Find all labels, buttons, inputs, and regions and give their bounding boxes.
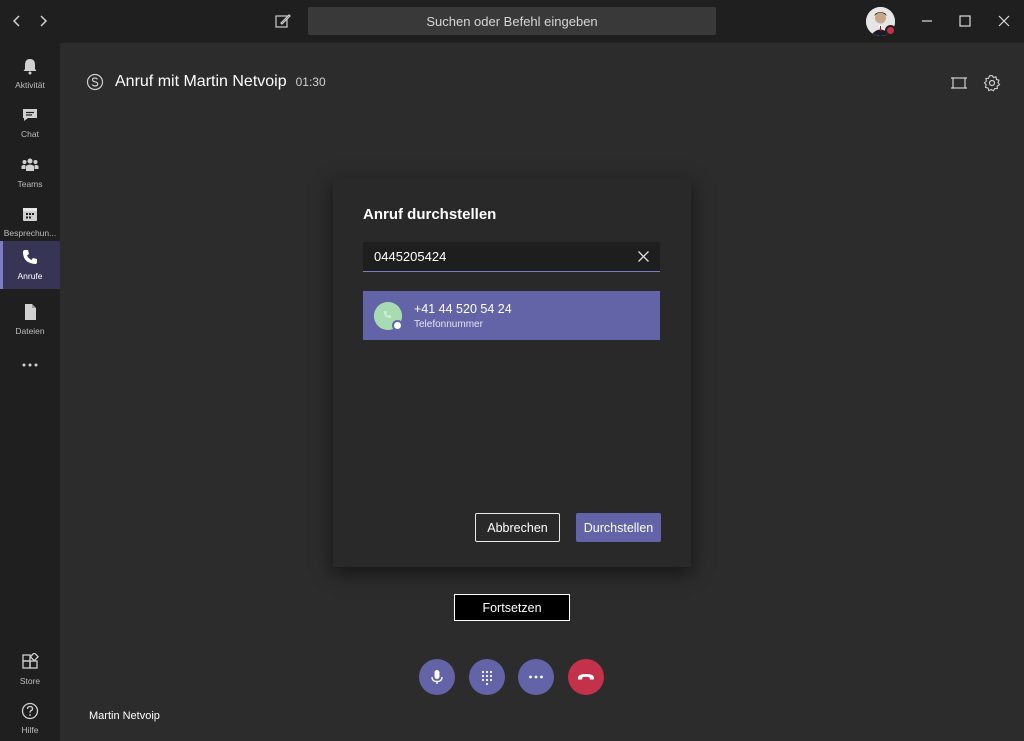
rail-item-help[interactable]: Hilfe [0,695,60,741]
bell-icon [23,59,37,75]
hang-up-icon [578,674,594,680]
skype-icon [86,73,104,91]
rail-label: Store [19,676,41,686]
maximize-icon[interactable] [956,12,974,30]
new-chat-icon[interactable] [274,12,292,30]
rail-label: Anrufe [17,271,43,281]
cancel-button[interactable]: Abbrechen [475,513,560,542]
call-timer: 01:30 [295,75,326,89]
teams-icon [21,158,39,171]
call-title: Anruf mit Martin Netvoip [115,73,287,90]
rail-label: Teams [17,179,43,189]
phone-number-input[interactable] [363,242,623,271]
more-icon [529,675,543,679]
contact-avatar-icon [374,301,403,331]
close-icon[interactable] [995,12,1013,30]
forward-arrow-icon[interactable] [35,12,51,30]
search-input[interactable]: Suchen oder Befehl eingeben [308,7,716,35]
rail-item-more[interactable] [0,349,60,397]
help-icon [21,702,39,720]
rail-item-files[interactable]: Dateien [0,296,60,344]
minimize-icon[interactable] [918,12,936,30]
back-arrow-icon[interactable] [9,12,25,30]
rail-item-activity[interactable]: Aktivität [0,50,60,98]
rail-label: Hilfe [21,725,39,735]
phone-icon [23,250,37,264]
participant-name: Martin Netvoip [89,710,160,722]
resume-button[interactable]: Fortsetzen [454,594,570,621]
rail-item-meetings[interactable]: Besprechun... [0,198,60,246]
dialog-title: Anruf durchstellen [363,206,497,223]
rail-label: Dateien [15,326,45,336]
microphone-icon [431,670,443,684]
title-bar: Suchen oder Befehl eingeben [0,0,1024,43]
rail-label: Besprechun... [3,228,57,238]
suggestion-number: +41 44 520 54 24 [414,301,512,316]
transfer-button[interactable]: Durchstellen [576,513,661,542]
store-icon [22,653,39,669]
clear-input-icon[interactable] [637,250,650,263]
file-icon [25,304,36,320]
status-badge [885,25,896,36]
call-header: Anruf mit Martin Netvoip 01:30 [86,70,326,94]
presence-dot [392,319,403,331]
settings-gear-icon[interactable] [983,74,1001,92]
calendar-icon [23,208,37,221]
dialpad-button[interactable] [469,659,505,695]
rail-item-store[interactable]: Store [0,646,60,694]
rail-label: Chat [21,129,39,139]
suggestion-type: Telefonnummer [414,318,483,330]
mic-button[interactable] [419,659,455,695]
hang-up-button[interactable] [568,659,604,695]
chat-icon [23,109,37,121]
more-options-button[interactable] [518,659,554,695]
search-placeholder: Suchen oder Befehl eingeben [426,13,598,29]
suggestion-item[interactable]: +41 44 520 54 24 Telefonnummer [363,291,660,340]
phone-number-field[interactable] [363,242,660,272]
left-rail: Aktivität Chat Teams Besprechun... Anruf… [0,43,60,741]
transfer-dialog: Anruf durchstellen +41 44 520 54 24 Tele… [333,178,691,567]
fullscreen-icon[interactable] [950,74,968,92]
rail-item-calls[interactable]: Anrufe [0,241,60,289]
dialpad-icon [481,670,493,686]
rail-item-chat[interactable]: Chat [0,99,60,147]
rail-label: Aktivität [15,80,45,90]
rail-item-teams[interactable]: Teams [0,149,60,197]
more-icon [22,363,38,367]
